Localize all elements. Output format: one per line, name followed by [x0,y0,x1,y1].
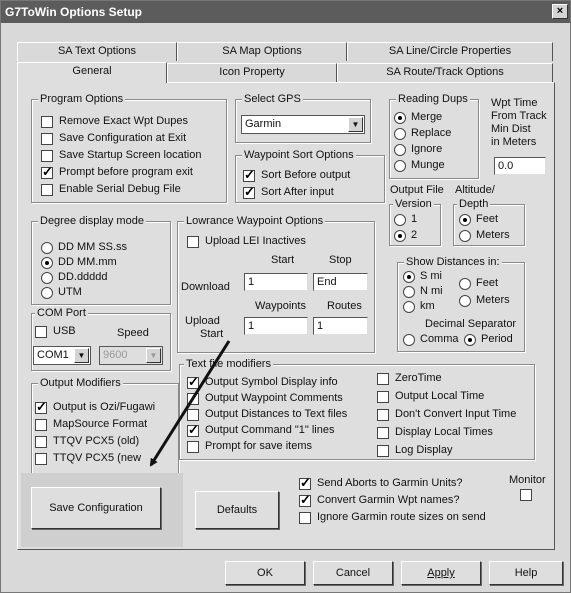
annotation-arrow-icon [149,340,231,467]
tab-general[interactable]: General [17,62,167,83]
options-dialog: G7ToWin Options Setup × SA Text Options … [0,0,571,593]
